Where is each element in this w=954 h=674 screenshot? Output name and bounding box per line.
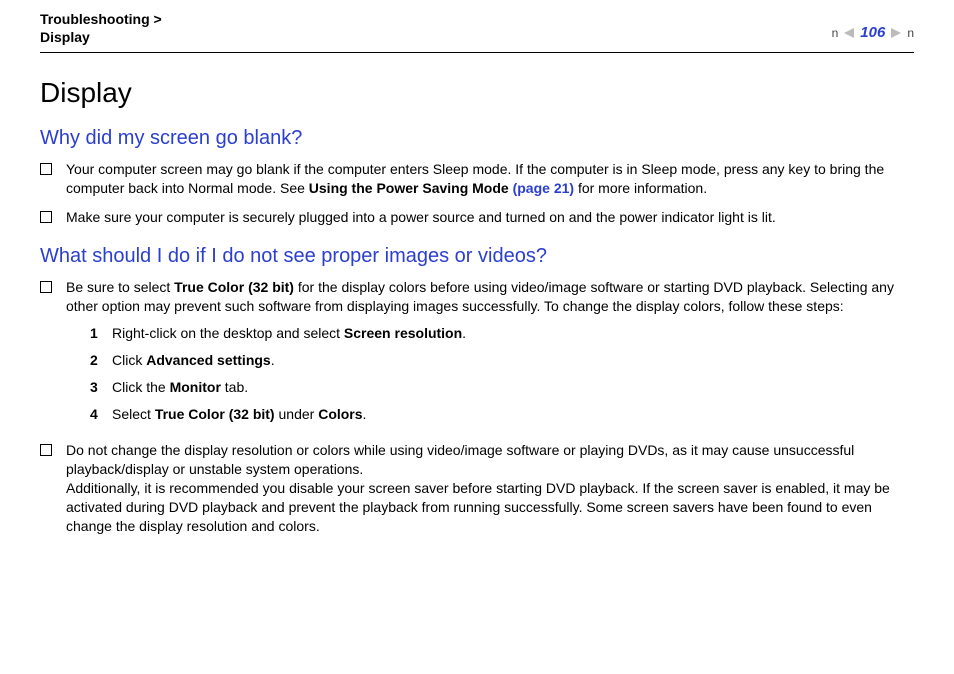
text: Additionally, it is recommended you disa… <box>66 480 890 534</box>
bullet-icon <box>40 281 52 293</box>
text: tab. <box>221 379 248 395</box>
bold-text: Using the Power Saving Mode <box>309 180 513 196</box>
bullet-list: Your computer screen may go blank if the… <box>40 160 914 227</box>
section-heading: Why did my screen go blank? <box>40 127 914 150</box>
text: . <box>271 352 275 368</box>
step-body: Select True Color (32 bit) under Colors. <box>112 405 366 424</box>
bold-text: Advanced settings <box>146 352 270 368</box>
step-item: 3Click the Monitor tab. <box>90 378 914 397</box>
bullet-icon <box>40 444 52 456</box>
bullet-list: Be sure to select True Color (32 bit) fo… <box>40 278 914 536</box>
page-link[interactable]: (page 21) <box>513 180 574 196</box>
next-page-icon[interactable] <box>891 28 901 38</box>
step-item: 2Click Advanced settings. <box>90 351 914 370</box>
step-number: 4 <box>90 405 112 424</box>
text: Be sure to select <box>66 279 174 295</box>
list-item-body: Do not change the display resolution or … <box>66 441 914 535</box>
step-item: 4Select True Color (32 bit) under Colors… <box>90 405 914 424</box>
text: for more information. <box>574 180 707 196</box>
bold-text: Screen resolution <box>344 325 462 341</box>
step-number: 1 <box>90 324 112 343</box>
bold-text: True Color (32 bit) <box>155 406 275 422</box>
list-item-body: Make sure your computer is securely plug… <box>66 208 914 227</box>
bold-text: Colors <box>318 406 362 422</box>
step-item: 1Right-click on the desktop and select S… <box>90 324 914 343</box>
list-item-body: Be sure to select True Color (32 bit) fo… <box>66 278 914 431</box>
breadcrumb: Troubleshooting > Display <box>40 10 162 46</box>
page-number: 106 <box>860 24 885 41</box>
breadcrumb-separator: > <box>154 11 162 27</box>
n-label: n <box>832 26 839 40</box>
breadcrumb-current: Display <box>40 29 90 45</box>
text: . <box>462 325 466 341</box>
step-number: 2 <box>90 351 112 370</box>
prev-page-icon[interactable] <box>844 28 854 38</box>
bold-text: Monitor <box>170 379 221 395</box>
step-body: Click Advanced settings. <box>112 351 275 370</box>
section-heading: What should I do if I do not see proper … <box>40 245 914 268</box>
page-header: Troubleshooting > Display n 106 n <box>40 10 914 53</box>
step-list: 1Right-click on the desktop and select S… <box>90 324 914 424</box>
text: Select <box>112 406 155 422</box>
bullet-icon <box>40 163 52 175</box>
n-label-right: n <box>907 26 914 40</box>
list-item: Your computer screen may go blank if the… <box>40 160 914 198</box>
bullet-icon <box>40 211 52 223</box>
text: Click the <box>112 379 170 395</box>
page-navigator: n 106 n <box>832 10 914 41</box>
step-body: Click the Monitor tab. <box>112 378 248 397</box>
page: Troubleshooting > Display n 106 n Displa… <box>0 0 954 566</box>
text: Click <box>112 352 146 368</box>
list-item: Do not change the display resolution or … <box>40 441 914 535</box>
text: Do not change the display resolution or … <box>66 442 854 477</box>
page-title: Display <box>40 77 914 109</box>
list-item: Be sure to select True Color (32 bit) fo… <box>40 278 914 431</box>
list-item: Make sure your computer is securely plug… <box>40 208 914 227</box>
text: Right-click on the desktop and select <box>112 325 344 341</box>
text: under <box>275 406 319 422</box>
breadcrumb-parent[interactable]: Troubleshooting <box>40 11 150 27</box>
step-body: Right-click on the desktop and select Sc… <box>112 324 466 343</box>
text: . <box>363 406 367 422</box>
list-item-body: Your computer screen may go blank if the… <box>66 160 914 198</box>
step-number: 3 <box>90 378 112 397</box>
bold-text: True Color (32 bit) <box>174 279 294 295</box>
